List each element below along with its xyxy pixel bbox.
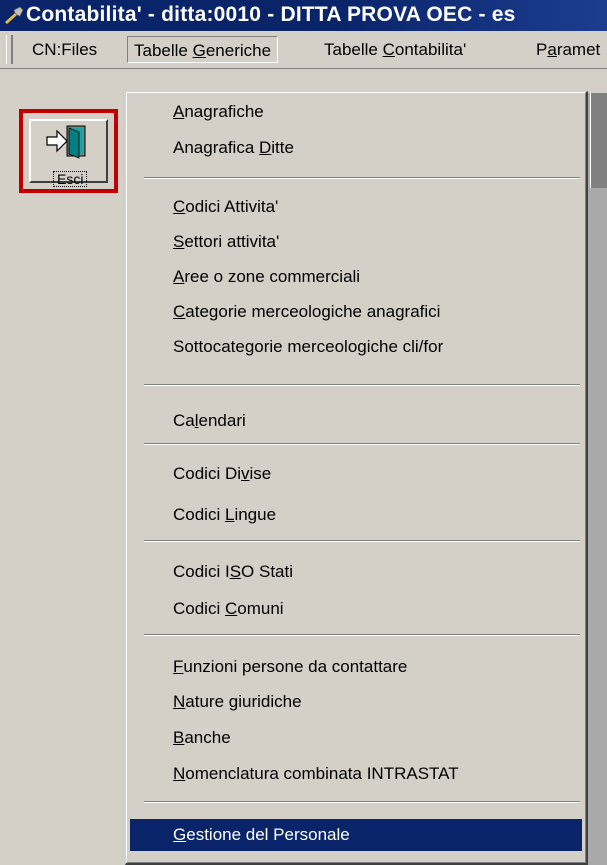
menu-label: Tabelle [134, 41, 193, 60]
menu-item-codici-comuni[interactable]: Codici Comuni [130, 593, 582, 625]
menu-item-codici-attivita[interactable]: Codici Attivita' [130, 191, 582, 223]
item-text: ategorie merceologiche anagrafici [185, 302, 441, 321]
menu-item-nature-giuridiche[interactable]: Nature giuridiche [130, 686, 582, 718]
menu-separator [144, 384, 580, 386]
menu-item-categorie-merceologiche[interactable]: Categorie merceologiche anagrafici [130, 296, 582, 328]
menu-item-anagrafiche[interactable]: Anagrafiche [130, 96, 582, 128]
menu-item-anagrafica-ditte[interactable]: Anagrafica Ditte [130, 132, 582, 164]
item-accelerator: A [173, 267, 185, 286]
item-text: ature giuridiche [185, 692, 302, 711]
toolbar-grip-line [12, 35, 13, 64]
menu-accelerator: C [382, 40, 395, 59]
item-accelerator: C [224, 599, 238, 618]
item-text: itte [271, 138, 294, 157]
item-text: anche [184, 728, 231, 747]
menu-item-codici-lingue[interactable]: Codici Lingue [130, 499, 582, 531]
item-accelerator: C [173, 197, 186, 216]
menu-tabelle-generiche[interactable]: Tabelle Generiche [127, 36, 279, 63]
menu-accelerator: G [192, 41, 206, 60]
wrench-icon [5, 6, 24, 24]
item-text: O Stati [241, 562, 293, 581]
item-text: Anagrafica [173, 138, 259, 157]
scrollbar-thumb[interactable] [590, 93, 607, 188]
menu-item-settori-attivita[interactable]: Settori attivita' [130, 226, 582, 258]
item-text: Codici [173, 599, 225, 618]
item-text: estione del Personale [186, 825, 350, 844]
window-title: Contabilita' - ditta:0010 - DITTA PROVA … [26, 3, 516, 26]
menu-label: eneriche [205, 41, 272, 60]
menu-item-sottocategorie[interactable]: Sottocategorie merceologiche cli/for [130, 331, 582, 363]
menu-item-nomenclatura-intrastat[interactable]: Nomenclatura combinata INTRASTAT [130, 758, 582, 790]
item-accelerator: v [241, 464, 250, 483]
menu-bar: CN:Files Tabelle Generiche Tabelle Conta… [0, 31, 607, 69]
item-text: Codici I [173, 562, 230, 581]
exit-door-icon [46, 125, 86, 159]
menu-item-aree-zone-commerciali[interactable]: Aree o zone commerciali [130, 261, 582, 293]
esci-button[interactable]: Esci [19, 109, 118, 193]
menu-label: ramet [556, 40, 601, 59]
menu-item-calendari[interactable]: Calendari [130, 405, 582, 437]
item-text: ettori attivita' [184, 232, 280, 251]
menu-parametri[interactable]: Paramet [530, 36, 606, 63]
menu-label: P [536, 40, 548, 59]
menu-separator [144, 540, 580, 542]
item-accelerator: N [173, 764, 186, 783]
item-text: Sottocategorie merceologiche cli/for [173, 337, 444, 356]
menu-item-codici-divise[interactable]: Codici Divise [130, 458, 582, 490]
item-accelerator: S [173, 232, 185, 251]
item-text: Ca [173, 411, 195, 430]
item-accelerator: C [173, 302, 186, 321]
item-text: omuni [237, 599, 284, 618]
item-accelerator: A [173, 102, 185, 121]
menu-separator [144, 801, 580, 803]
menu-label: CN:Files [32, 40, 98, 59]
dropdown-tabelle-generiche: Anagrafiche Anagrafica Ditte Codici Atti… [125, 91, 588, 865]
item-accelerator: N [173, 692, 186, 711]
item-text: nagrafiche [184, 102, 264, 121]
item-accelerator: G [173, 825, 187, 844]
item-text: ise [249, 464, 272, 483]
item-accelerator: F [173, 657, 184, 676]
esci-button-face[interactable]: Esci [29, 119, 108, 187]
menu-label: Tabelle [324, 40, 383, 59]
item-text: Codici [173, 505, 225, 524]
menu-tabelle-contabilita[interactable]: Tabelle Contabilita' [318, 36, 472, 63]
menu-item-gestione-personale[interactable]: Gestione del Personale [130, 819, 582, 851]
item-text: odici Attivita' [185, 197, 279, 216]
item-text: Codici Di [173, 464, 242, 483]
esci-label: Esci [53, 171, 88, 187]
item-accelerator: B [173, 728, 185, 747]
item-accelerator: D [259, 138, 272, 157]
item-text: omenclatura combinata INTRASTAT [185, 764, 459, 783]
title-bar: Contabilita' - ditta:0010 - DITTA PROVA … [0, 0, 607, 31]
item-text: ree o zone commerciali [184, 267, 361, 286]
item-text: unzioni persone da contattare [183, 657, 408, 676]
menu-separator [144, 177, 580, 179]
menu-item-funzioni-persone[interactable]: Funzioni persone da contattare [130, 651, 582, 683]
menu-cn-files[interactable]: CN:Files [26, 36, 103, 63]
menu-label: ontabilita' [394, 40, 467, 59]
menu-accelerator: a [547, 40, 557, 59]
item-text: endari [198, 411, 246, 430]
item-accelerator: S [229, 562, 242, 581]
item-text: ingue [234, 505, 277, 524]
menu-item-codici-iso-stati[interactable]: Codici ISO Stati [130, 556, 582, 588]
menu-item-banche[interactable]: Banche [130, 722, 582, 754]
menu-separator [144, 634, 580, 636]
menu-separator [144, 443, 580, 445]
